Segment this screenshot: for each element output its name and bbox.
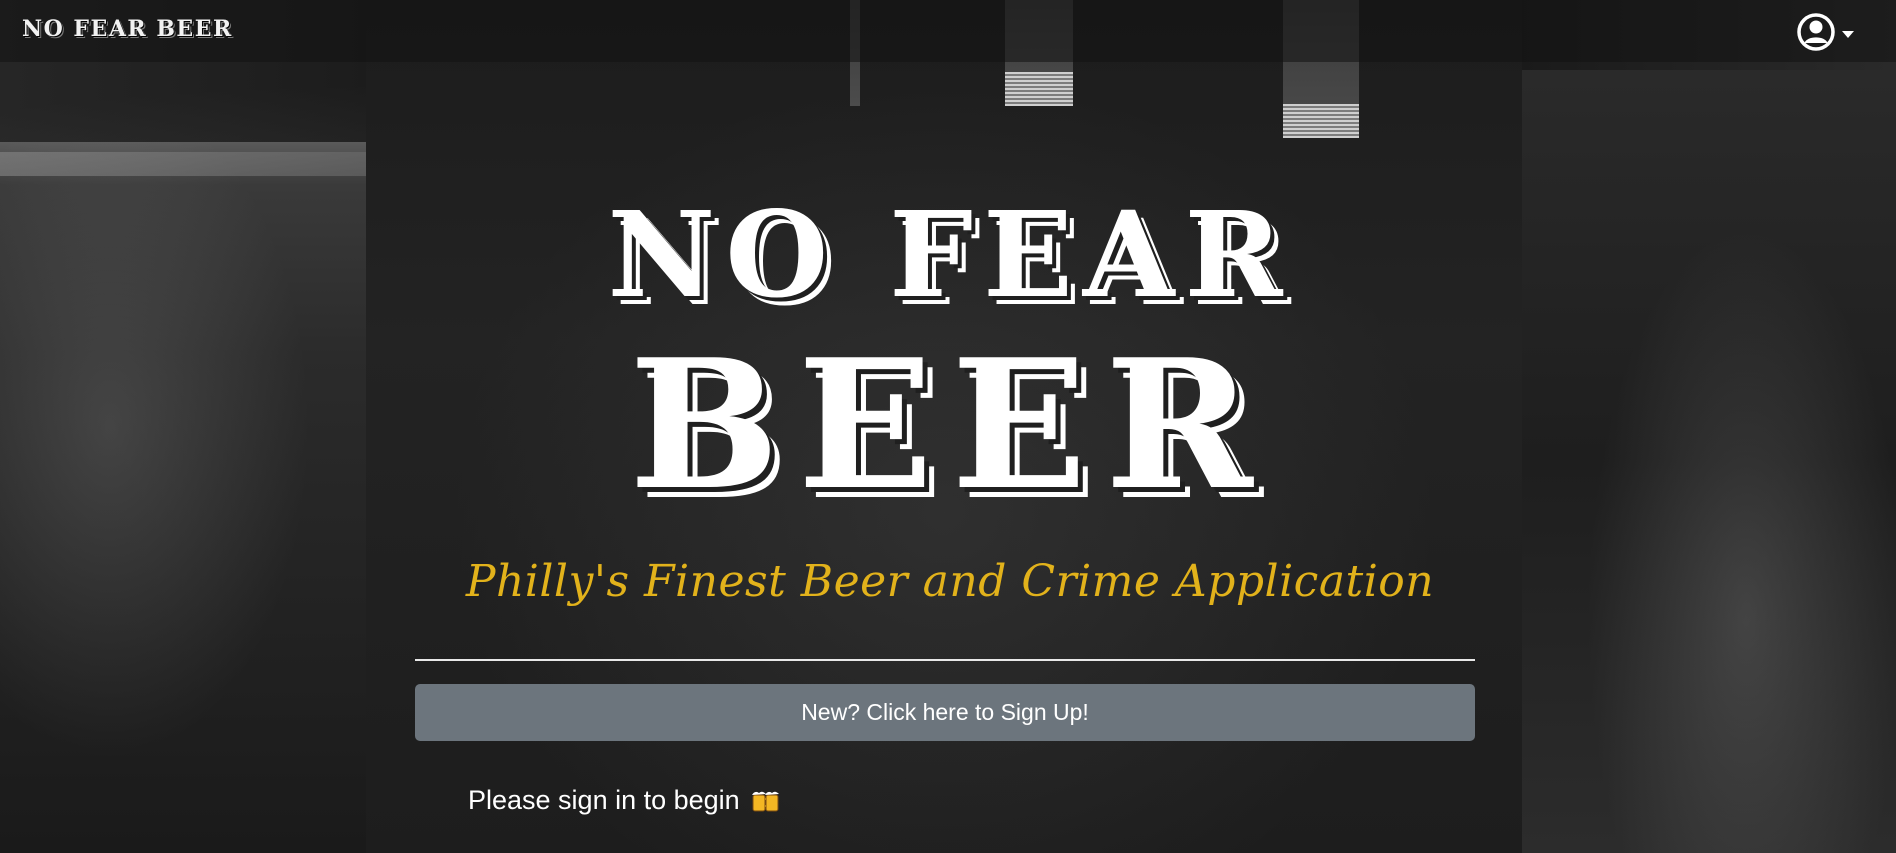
caret-down-icon <box>1842 30 1854 38</box>
signin-prompt: Please sign in to begin <box>468 785 782 816</box>
hero-logo: NO FEAR BEER <box>420 196 1480 514</box>
background-left-photo <box>0 142 366 853</box>
user-menu-toggle[interactable] <box>1796 12 1860 52</box>
signin-prompt-text: Please sign in to begin <box>468 785 740 815</box>
signup-button[interactable]: New? Click here to Sign Up! <box>415 684 1475 741</box>
beer-mugs-icon <box>751 791 779 811</box>
user-circle-icon <box>1797 13 1835 51</box>
landing-page: NO FEAR BEER NO FEAR BEER Philly's Fines… <box>0 0 1896 853</box>
logo-line-no-fear: NO FEAR <box>607 185 1293 324</box>
logo-line-beer: BEER <box>629 320 1271 529</box>
hero-divider <box>415 659 1475 661</box>
background-left-light <box>0 152 366 176</box>
top-navbar: NO FEAR BEER <box>0 0 1896 62</box>
background-right-photo <box>1522 70 1896 853</box>
navbar-brand[interactable]: NO FEAR BEER <box>22 16 233 42</box>
hero-tagline: Philly's Finest Beer and Crime Applicati… <box>465 556 1435 607</box>
